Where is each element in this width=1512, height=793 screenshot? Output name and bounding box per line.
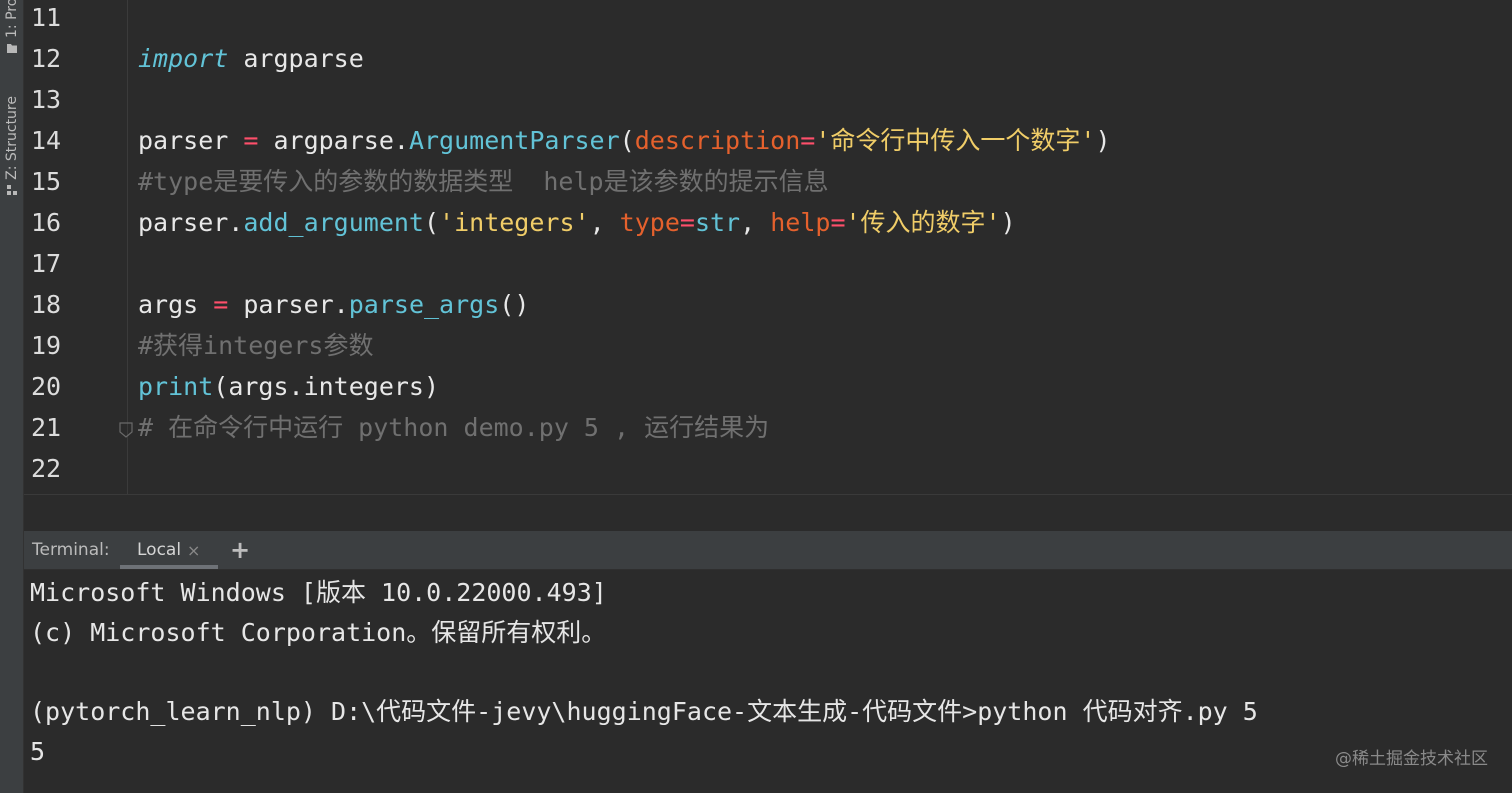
code-text: # 在命令行中运行 python demo.py 5 , 运行结果为 [138, 407, 769, 448]
code-token: parser [138, 126, 244, 155]
code-token: = [243, 126, 259, 155]
project-tool-tab[interactable]: 1: Pro [0, 0, 23, 54]
line-number: 16 [31, 208, 62, 237]
code-text: #获得integers参数 [138, 325, 373, 366]
code-token: ) [1000, 208, 1016, 237]
code-token: parse_args [348, 290, 500, 319]
code-token: #获得integers参数 [138, 331, 374, 360]
code-token: import [138, 44, 229, 73]
terminal-line: (pytorch_learn_nlp) D:\代码文件-jevy\hugging… [30, 697, 1258, 726]
code-line[interactable]: 11 [24, 0, 1512, 38]
code-token: = [213, 290, 229, 319]
folder-icon [6, 44, 17, 53]
code-token: type [619, 208, 680, 237]
code-token: = [679, 208, 695, 237]
code-token: help [770, 208, 831, 237]
code-token: print [138, 372, 214, 401]
code-token: , [740, 208, 771, 237]
close-icon[interactable]: × [187, 541, 200, 560]
fold-marker-icon[interactable] [119, 422, 133, 438]
code-token: '传入的数字' [845, 208, 1001, 237]
code-token: # 在命令行中运行 python demo.py 5 , 运行结果为 [138, 413, 770, 442]
code-token: parser. [138, 208, 244, 237]
line-number: 18 [31, 290, 62, 319]
code-text: parser.add_argument('integers', type=str… [138, 202, 1016, 243]
code-token: '命令行中传入一个数字' [815, 126, 1096, 155]
code-token: description [634, 126, 801, 155]
code-text: print(args.integers) [138, 366, 439, 407]
code-token: add_argument [243, 208, 424, 237]
code-line[interactable]: 21 # 在命令行中运行 python demo.py 5 , 运行结果为 [24, 407, 1512, 448]
line-number: 21 [31, 413, 62, 442]
line-number: 17 [31, 249, 62, 278]
structure-icon [6, 184, 17, 195]
code-token: argparse [228, 44, 364, 73]
code-token: parser. [228, 290, 349, 319]
code-token: argparse. [258, 126, 409, 155]
code-token: ( [619, 126, 635, 155]
code-token: (args.integers) [213, 372, 440, 401]
line-number: 14 [31, 126, 62, 155]
watermark: @稀土掘金技术社区 [1335, 749, 1488, 769]
code-editor[interactable]: 11 12 import argparse 13 14 parser = argparse… [24, 0, 1512, 494]
line-number: 22 [31, 454, 62, 483]
code-token: str [694, 208, 741, 237]
tab-local-label: Local [137, 540, 182, 560]
terminal-line: Microsoft Windows [版本 10.0.22000.493] [30, 578, 607, 607]
line-number: 20 [31, 372, 62, 401]
code-token: , [589, 208, 620, 237]
editor-terminal-splitter[interactable] [24, 494, 1512, 531]
code-token: ) [1095, 126, 1111, 155]
code-text: import argparse [138, 38, 364, 79]
project-tool-label: 1: Pro [3, 0, 20, 38]
code-token: 'integers' [439, 208, 590, 237]
code-line[interactable]: 20 print(args.integers) [24, 366, 1512, 407]
structure-tool-tab[interactable]: Z: Structure [0, 96, 23, 196]
line-number: 19 [31, 331, 62, 360]
code-text: parser = argparse.ArgumentParser(descrip… [138, 120, 1111, 161]
code-token: ArgumentParser [408, 126, 620, 155]
code-text: #type是要传入的参数的数据类型 help是该参数的提示信息 [138, 161, 829, 202]
code-token: ( [423, 208, 440, 237]
code-text: args = parser.parse_args() [138, 284, 529, 325]
code-token: args [138, 290, 214, 319]
tab-local[interactable]: Local × [120, 531, 218, 569]
terminal-title: Terminal: [32, 540, 110, 560]
code-line[interactable]: 16 parser.add_argument('integers', type=s… [24, 202, 1512, 243]
code-line[interactable]: 19 #获得integers参数 [24, 325, 1512, 366]
code-token: = [800, 126, 816, 155]
terminal-line: 5 [30, 737, 46, 766]
code-line[interactable]: 22 [24, 448, 1512, 489]
code-line[interactable]: 17 [24, 243, 1512, 284]
active-tab-indicator [120, 565, 218, 569]
code-token: () [499, 290, 530, 319]
code-token: #type是要传入的参数的数据类型 help是该参数的提示信息 [138, 167, 829, 196]
add-terminal-button[interactable]: + [230, 536, 250, 564]
line-number: 12 [31, 44, 62, 73]
structure-tool-label: Z: Structure [3, 96, 20, 180]
code-line[interactable]: 14 parser = argparse.ArgumentParser(descr… [24, 120, 1512, 161]
code-line[interactable]: 15 #type是要传入的参数的数据类型 help是该参数的提示信息 [24, 161, 1512, 202]
terminal-line: (c) Microsoft Corporation。保留所有权利。 [30, 618, 607, 647]
terminal-output[interactable]: Microsoft Windows [版本 10.0.22000.493] (c… [24, 570, 1512, 793]
line-number: 11 [31, 3, 62, 32]
code-line[interactable]: 13 [24, 79, 1512, 120]
terminal-tab-bar: Terminal: Local × + [24, 531, 1512, 570]
line-number: 15 [31, 167, 62, 196]
code-line[interactable]: 12 import argparse [24, 38, 1512, 79]
code-token: = [830, 208, 846, 237]
line-number: 13 [31, 85, 62, 114]
tool-window-strip: 1: Pro Z: Structure [0, 0, 24, 793]
code-line[interactable]: 18 args = parser.parse_args() [24, 284, 1512, 325]
